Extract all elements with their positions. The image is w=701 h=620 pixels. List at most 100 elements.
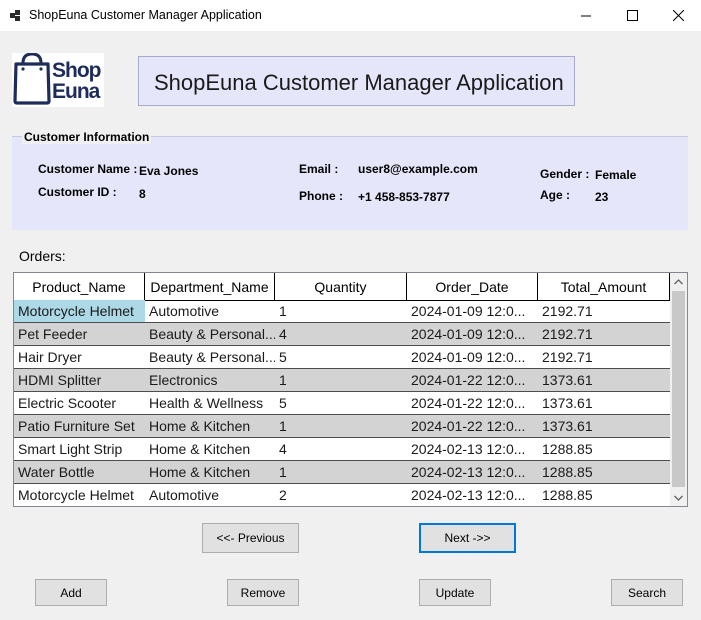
logo-text-euna: Euna — [52, 80, 100, 103]
cell-order-date[interactable]: 2024-01-22 12:0... — [407, 415, 538, 437]
customer-id-value: 8 — [139, 187, 146, 201]
cell-product-name[interactable]: HDMI Splitter — [14, 369, 145, 391]
search-button[interactable]: Search — [611, 579, 683, 606]
remove-button[interactable]: Remove — [227, 579, 299, 606]
scroll-up-button[interactable] — [670, 273, 687, 290]
window-titlebar: ShopEuna Customer Manager Application — [0, 0, 701, 31]
customer-info-legend: Customer Information — [22, 130, 152, 144]
column-header-total-amount[interactable]: Total_Amount — [538, 273, 670, 300]
cell-quantity[interactable]: 4 — [275, 323, 407, 345]
maximize-button[interactable] — [609, 0, 655, 31]
chevron-down-icon — [674, 495, 683, 501]
cell-product-name[interactable]: Water Bottle — [14, 461, 145, 483]
cell-department-name[interactable]: Electronics — [145, 369, 275, 391]
orders-label: Orders: — [19, 248, 66, 264]
column-header-department-name[interactable]: Department_Name — [145, 273, 275, 300]
cell-product-name[interactable]: Motorcycle Helmet — [14, 300, 145, 322]
cell-quantity[interactable]: 1 — [275, 300, 407, 322]
cell-department-name[interactable]: Home & Kitchen — [145, 438, 275, 460]
cell-department-name[interactable]: Beauty & Personal... — [145, 346, 275, 368]
cell-order-date[interactable]: 2024-02-13 12:0... — [407, 461, 538, 483]
orders-grid-rows: Motorcycle Helmet Automotive 1 2024-01-0… — [14, 300, 670, 506]
cell-order-date[interactable]: 2024-01-22 12:0... — [407, 392, 538, 414]
scroll-down-button[interactable] — [670, 489, 687, 506]
cell-order-date[interactable]: 2024-01-22 12:0... — [407, 369, 538, 391]
cell-total-amount[interactable]: 1373.61 — [538, 415, 670, 437]
scrollbar-thumb[interactable] — [672, 291, 685, 487]
orders-vertical-scrollbar[interactable] — [670, 273, 687, 506]
cell-order-date[interactable]: 2024-01-09 12:0... — [407, 346, 538, 368]
table-row[interactable]: Patio Furniture Set Home & Kitchen 1 202… — [14, 415, 670, 438]
close-button[interactable] — [655, 0, 701, 31]
close-icon — [672, 10, 684, 21]
next-button[interactable]: Next ->> — [419, 523, 516, 553]
phone-value: +1 458-853-7877 — [358, 190, 450, 204]
cell-department-name[interactable]: Health & Wellness — [145, 392, 275, 414]
cell-order-date[interactable]: 2024-01-09 12:0... — [407, 323, 538, 345]
cell-quantity[interactable]: 4 — [275, 438, 407, 460]
cell-product-name[interactable]: Patio Furniture Set — [14, 415, 145, 437]
cell-quantity[interactable]: 1 — [275, 461, 407, 483]
column-header-quantity[interactable]: Quantity — [275, 273, 407, 300]
cell-quantity[interactable]: 1 — [275, 369, 407, 391]
table-row[interactable]: Hair Dryer Beauty & Personal... 5 2024-0… — [14, 346, 670, 369]
table-row[interactable]: Motorcycle Helmet Automotive 2 2024-02-1… — [14, 484, 670, 506]
cell-total-amount[interactable]: 2192.71 — [538, 346, 670, 368]
age-label: Age : — [540, 188, 570, 202]
customer-name-label: Customer Name : — [38, 162, 138, 176]
chevron-up-icon — [674, 278, 683, 284]
cell-order-date[interactable]: 2024-01-09 12:0... — [407, 300, 538, 322]
cell-department-name[interactable]: Automotive — [145, 300, 275, 322]
table-row[interactable]: HDMI Splitter Electronics 1 2024-01-22 1… — [14, 369, 670, 392]
cell-department-name[interactable]: Home & Kitchen — [145, 461, 275, 483]
app-header-box: ShopEuna Customer Manager Application — [138, 56, 575, 106]
add-button[interactable]: Add — [35, 579, 107, 606]
cell-total-amount[interactable]: 1288.85 — [538, 461, 670, 483]
email-label: Email : — [299, 162, 339, 176]
customer-info-panel — [12, 136, 688, 230]
app-icon — [10, 10, 22, 22]
shopeuna-logo: Shop Euna — [12, 52, 104, 107]
cell-quantity[interactable]: 5 — [275, 392, 407, 414]
cell-total-amount[interactable]: 1373.61 — [538, 369, 670, 391]
maximize-icon — [626, 10, 638, 21]
cell-department-name[interactable]: Automotive — [145, 484, 275, 506]
cell-quantity[interactable]: 5 — [275, 346, 407, 368]
cell-total-amount[interactable]: 1288.85 — [538, 484, 670, 506]
gender-label: Gender : — [540, 167, 590, 181]
update-button[interactable]: Update — [419, 579, 491, 606]
column-header-product-name[interactable]: Product_Name — [14, 273, 145, 300]
previous-button[interactable]: <<- Previous — [202, 523, 299, 553]
cell-order-date[interactable]: 2024-02-13 12:0... — [407, 438, 538, 460]
cell-quantity[interactable]: 2 — [275, 484, 407, 506]
cell-department-name[interactable]: Beauty & Personal... — [145, 323, 275, 345]
app-header-title: ShopEuna Customer Manager Application — [154, 70, 564, 95]
window-title: ShopEuna Customer Manager Application — [29, 8, 262, 22]
cell-total-amount[interactable]: 1373.61 — [538, 392, 670, 414]
column-header-order-date[interactable]: Order_Date — [407, 273, 538, 300]
cell-department-name[interactable]: Home & Kitchen — [145, 415, 275, 437]
orders-grid[interactable]: Product_Name Department_Name Quantity Or… — [13, 272, 688, 507]
table-row[interactable]: Water Bottle Home & Kitchen 1 2024-02-13… — [14, 461, 670, 484]
cell-product-name[interactable]: Electric Scooter — [14, 392, 145, 414]
cell-product-name[interactable]: Pet Feeder — [14, 323, 145, 345]
cell-product-name[interactable]: Motorcycle Helmet — [14, 484, 145, 506]
cell-total-amount[interactable]: 2192.71 — [538, 300, 670, 322]
table-row[interactable]: Motorcycle Helmet Automotive 1 2024-01-0… — [14, 300, 670, 323]
minimize-button[interactable] — [563, 0, 609, 31]
cell-total-amount[interactable]: 1288.85 — [538, 438, 670, 460]
table-row[interactable]: Smart Light Strip Home & Kitchen 4 2024-… — [14, 438, 670, 461]
orders-grid-header: Product_Name Department_Name Quantity Or… — [14, 273, 670, 301]
gender-value: Female — [595, 168, 637, 182]
cell-product-name[interactable]: Hair Dryer — [14, 346, 145, 368]
table-row[interactable]: Pet Feeder Beauty & Personal... 4 2024-0… — [14, 323, 670, 346]
table-row[interactable]: Electric Scooter Health & Wellness 5 202… — [14, 392, 670, 415]
cell-total-amount[interactable]: 2192.71 — [538, 323, 670, 345]
email-value: user8@example.com — [358, 162, 478, 176]
cell-quantity[interactable]: 1 — [275, 415, 407, 437]
minimize-icon — [581, 15, 591, 16]
logo-text-shop: Shop — [52, 59, 101, 82]
phone-label: Phone : — [299, 189, 343, 203]
cell-order-date[interactable]: 2024-02-13 12:0... — [407, 484, 538, 506]
cell-product-name[interactable]: Smart Light Strip — [14, 438, 145, 460]
